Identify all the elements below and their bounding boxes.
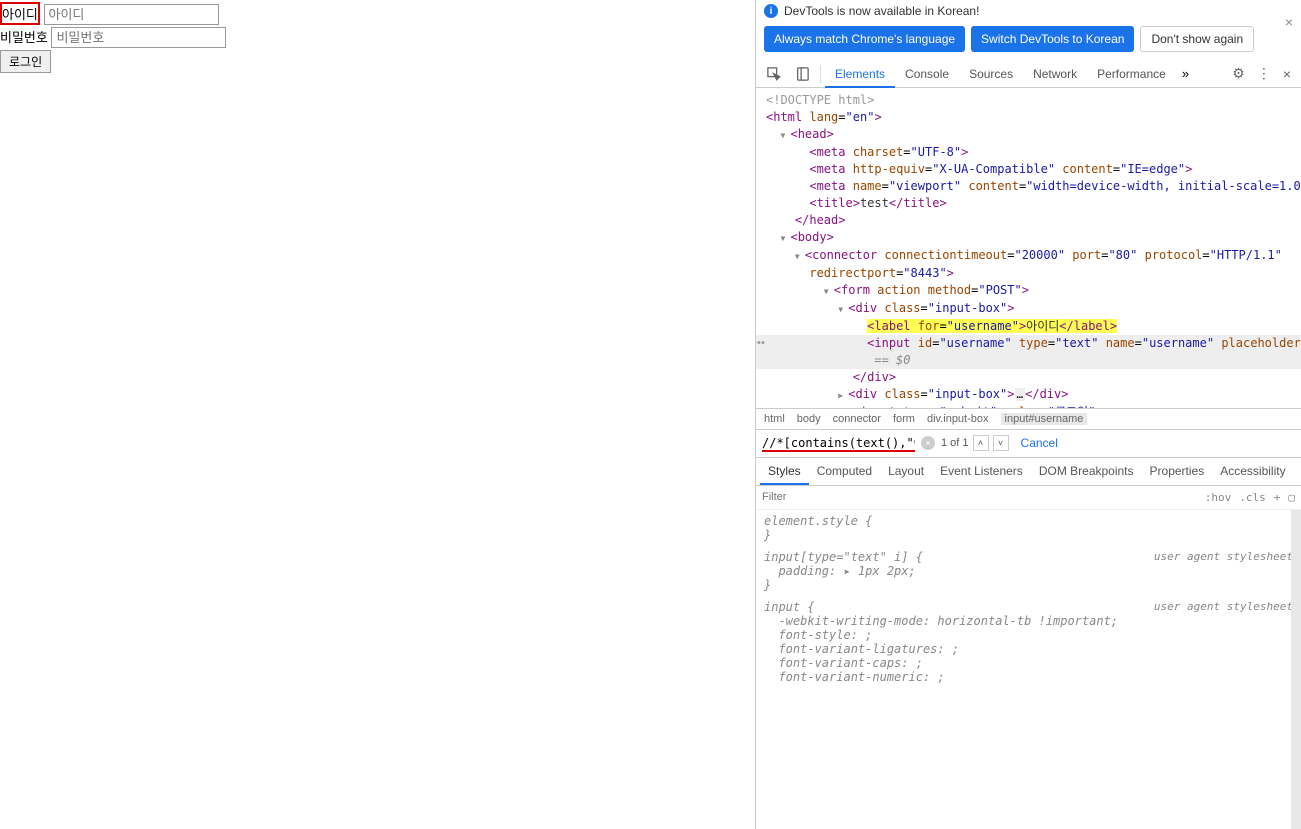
hov-toggle[interactable]: :hov xyxy=(1205,491,1232,504)
crumb-input[interactable]: input#username xyxy=(1001,413,1088,425)
tab-accessibility[interactable]: Accessibility xyxy=(1212,457,1293,485)
locale-notice: i DevTools is now available in Korean! × xyxy=(756,0,1301,22)
search-count: 1 of 1 xyxy=(941,437,969,449)
devtools-close-icon[interactable]: × xyxy=(1277,66,1297,82)
tab-console[interactable]: Console xyxy=(895,60,959,88)
tab-dom-breakpoints[interactable]: DOM Breakpoints xyxy=(1031,457,1142,485)
label-id: 아이디 xyxy=(0,2,40,25)
box-model-icon[interactable]: ▢ xyxy=(1288,491,1295,504)
breadcrumb: html body connector form div.input-box i… xyxy=(756,408,1301,429)
login-button[interactable]: 로그인 xyxy=(0,50,51,73)
kebab-icon[interactable]: ⋮ xyxy=(1251,65,1277,82)
tab-properties[interactable]: Properties xyxy=(1142,457,1213,485)
tab-elements[interactable]: Elements xyxy=(825,60,895,88)
device-icon[interactable] xyxy=(792,64,812,84)
info-icon: i xyxy=(764,4,778,18)
crumb-form[interactable]: form xyxy=(893,413,915,425)
dont-show-button[interactable]: Don't show again xyxy=(1140,26,1254,52)
styles-filter-bar: :hov .cls + ▢ xyxy=(756,485,1301,509)
tab-performance[interactable]: Performance xyxy=(1087,60,1176,88)
gear-icon[interactable]: ⚙ xyxy=(1226,65,1251,82)
scrollbar[interactable] xyxy=(1291,510,1301,829)
password-input[interactable] xyxy=(51,27,226,48)
tab-bar: Elements Console Sources Network Perform… xyxy=(756,60,1301,88)
crumb-body[interactable]: body xyxy=(797,413,821,425)
search-input[interactable] xyxy=(762,435,915,449)
inspect-icon[interactable] xyxy=(764,64,784,84)
label-pw: 비밀번호 xyxy=(0,27,48,46)
username-input[interactable] xyxy=(44,4,219,25)
plus-icon[interactable]: + xyxy=(1274,491,1281,504)
tab-computed[interactable]: Computed xyxy=(809,457,880,485)
notice-text: DevTools is now available in Korean! xyxy=(784,4,979,18)
tab-event-listeners[interactable]: Event Listeners xyxy=(932,457,1031,485)
dom-search-bar: × 1 of 1 ˄ ˅ Cancel xyxy=(756,429,1301,457)
dom-tree[interactable]: <!DOCTYPE html> <html lang="en"> <head> … xyxy=(756,88,1301,408)
crumb-html[interactable]: html xyxy=(764,413,785,425)
devtools-panel: i DevTools is now available in Korean! ×… xyxy=(755,0,1301,829)
clear-icon[interactable]: × xyxy=(921,436,935,450)
filter-input[interactable] xyxy=(762,491,1205,503)
close-icon[interactable]: × xyxy=(1285,14,1293,30)
styles-tabs: Styles Computed Layout Event Listeners D… xyxy=(756,457,1301,485)
next-match-icon[interactable]: ˅ xyxy=(993,435,1009,451)
rendered-page: 아이디 비밀번호 로그인 xyxy=(0,0,755,829)
prev-match-icon[interactable]: ˄ xyxy=(973,435,989,451)
cancel-button[interactable]: Cancel xyxy=(1021,436,1058,450)
styles-pane[interactable]: element.style { } user agent stylesheet … xyxy=(756,509,1301,829)
switch-korean-button[interactable]: Switch DevTools to Korean xyxy=(971,26,1134,52)
cls-toggle[interactable]: .cls xyxy=(1239,491,1266,504)
tab-network[interactable]: Network xyxy=(1023,60,1087,88)
tab-styles[interactable]: Styles xyxy=(760,457,809,485)
crumb-connector[interactable]: connector xyxy=(833,413,881,425)
tab-sources[interactable]: Sources xyxy=(959,60,1023,88)
more-tabs-icon[interactable]: » xyxy=(1176,60,1195,88)
crumb-div[interactable]: div.input-box xyxy=(927,413,989,425)
tab-layout[interactable]: Layout xyxy=(880,457,932,485)
always-match-button[interactable]: Always match Chrome's language xyxy=(764,26,965,52)
